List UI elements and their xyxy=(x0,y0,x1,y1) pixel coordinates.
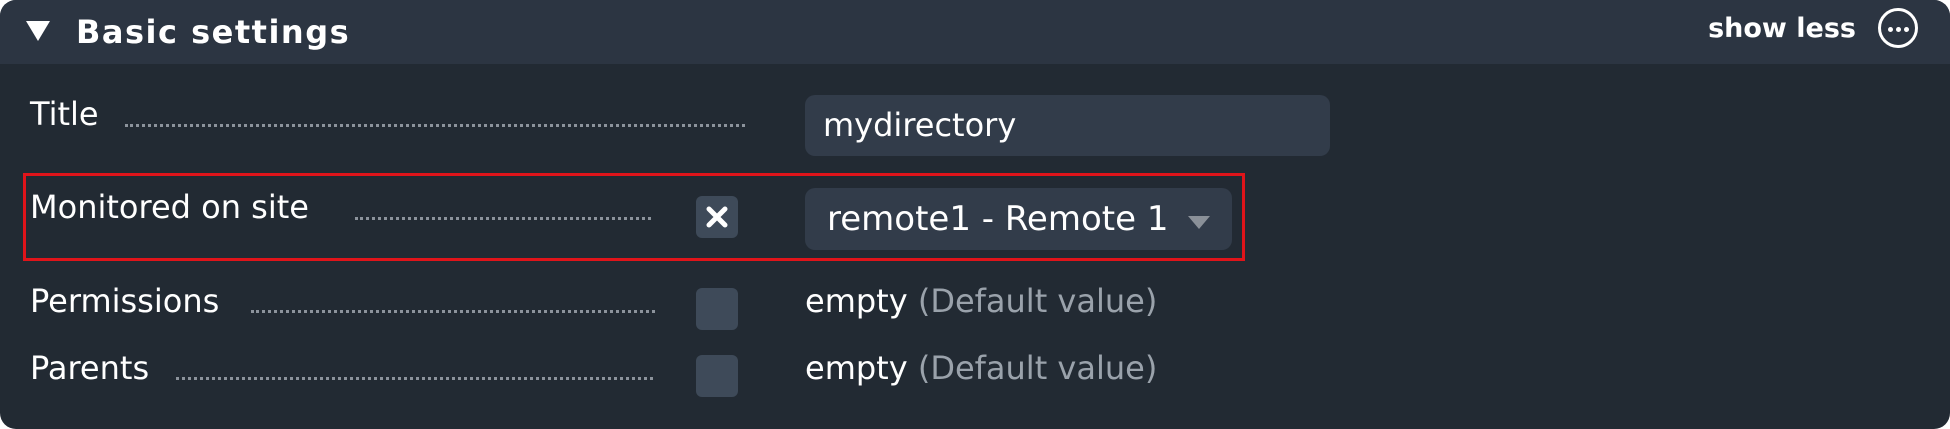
panel-header[interactable]: Basic settings show less xyxy=(0,0,1950,64)
monitored-on-site-checkbox[interactable] xyxy=(696,196,738,238)
permissions-value: empty (Default value) xyxy=(805,281,1157,321)
title-dotted-leader xyxy=(125,124,745,127)
title-input[interactable]: mydirectory xyxy=(805,95,1330,156)
x-mark-icon xyxy=(706,206,728,228)
permissions-default-note: (Default value) xyxy=(917,282,1158,320)
parents-default-note: (Default value) xyxy=(917,349,1158,387)
show-less-link[interactable]: show less xyxy=(1708,10,1856,48)
monitored-on-site-dotted-leader xyxy=(355,217,651,220)
parents-dotted-leader xyxy=(176,377,653,380)
parents-value-text: empty xyxy=(805,349,908,387)
parents-label: Parents xyxy=(30,349,150,387)
parents-value: empty (Default value) xyxy=(805,348,1157,388)
panel-title: Basic settings xyxy=(76,13,351,51)
title-label: Title xyxy=(30,95,99,133)
parents-checkbox[interactable] xyxy=(696,355,738,397)
monitored-on-site-label: Monitored on site xyxy=(30,188,309,226)
basic-settings-panel: Basic settings show less Title mydirecto… xyxy=(0,0,1950,429)
permissions-dotted-leader xyxy=(251,310,655,313)
chevron-down-icon xyxy=(1188,216,1210,229)
permissions-checkbox[interactable] xyxy=(696,288,738,330)
permissions-label: Permissions xyxy=(30,282,220,320)
more-options-icon[interactable] xyxy=(1878,8,1918,48)
triangle-down-icon[interactable] xyxy=(26,21,50,41)
site-select-value: remote1 - Remote 1 xyxy=(827,199,1169,239)
permissions-value-text: empty xyxy=(805,282,908,320)
site-select[interactable]: remote1 - Remote 1 xyxy=(805,188,1232,250)
